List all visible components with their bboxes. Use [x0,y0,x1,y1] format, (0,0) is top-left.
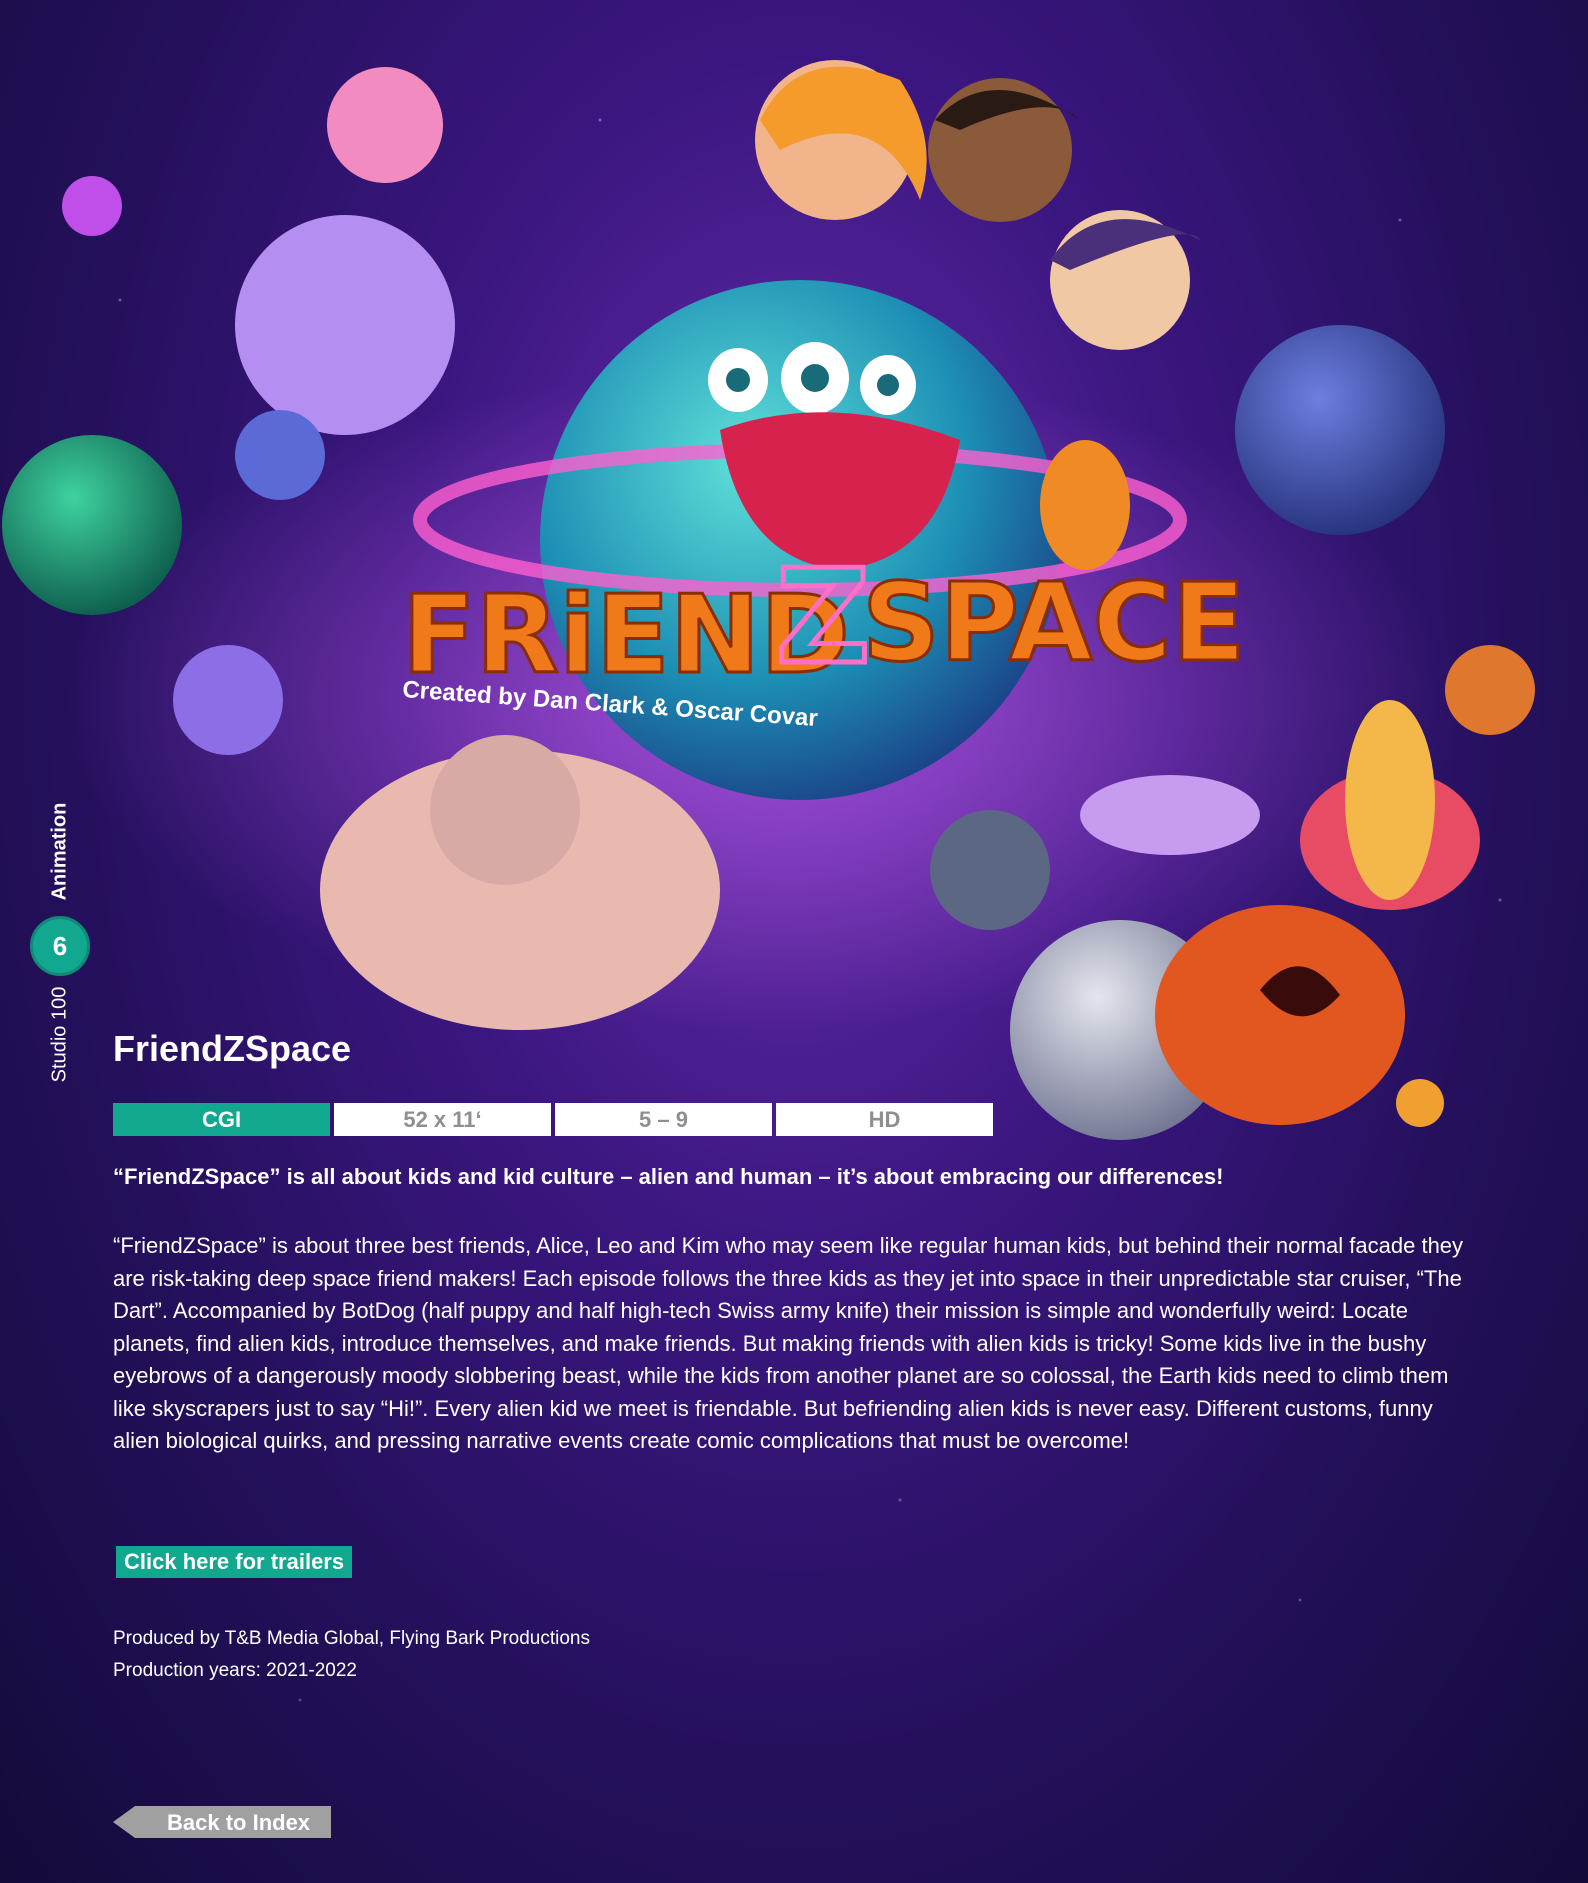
green-planet [2,435,182,615]
orange-dot [1396,1079,1444,1127]
orange-crab-monster [1155,905,1405,1125]
tag-age-range: 5 – 9 [555,1103,772,1136]
tag-episodes: 52 x 11‘ [334,1103,551,1136]
page-number-badge: 6 [30,916,90,976]
show-description: “FriendZSpace” is about three best frien… [113,1233,1464,1453]
pink-alien [327,67,443,183]
tag-resolution: HD [776,1103,993,1136]
candy-planet [235,215,455,435]
blue-alien [235,410,325,500]
mushroom-character [1080,775,1260,855]
back-to-index-button[interactable]: Back to Index [113,1806,331,1838]
tiger-character [1040,440,1130,570]
back-to-index-label: Back to Index [167,1810,311,1835]
tag-format: CGI [113,1103,330,1136]
logo-letter-z: Z [776,541,870,693]
blue-web-planet [1235,325,1445,535]
cat-character [930,810,1050,930]
show-title: FriendZSpace [113,1028,352,1069]
orange-planet [1445,645,1535,735]
production-credits: Produced by T&B Media Global, Flying Bar… [113,1623,590,1687]
section-label: Animation [48,802,71,901]
brand-label: Studio 100 [48,986,71,1083]
trailers-link-button[interactable]: Click here for trailers [116,1546,353,1578]
purple-planet [62,176,122,236]
show-tagline: “FriendZSpace” is all about kids and kid… [113,1164,1224,1189]
produced-by: Produced by T&B Media Global, Flying Bar… [113,1628,590,1649]
logo-word-space: SPACE [862,561,1246,686]
production-years: Production years: 2021-2022 [113,1660,357,1681]
brain-planet [173,645,283,755]
hero-artwork: FRiEND Z SPACE Created by Dan Clark & Os… [2,60,1535,1140]
spec-tags: CGI 52 x 11‘ 5 – 9 HD [113,1103,993,1136]
